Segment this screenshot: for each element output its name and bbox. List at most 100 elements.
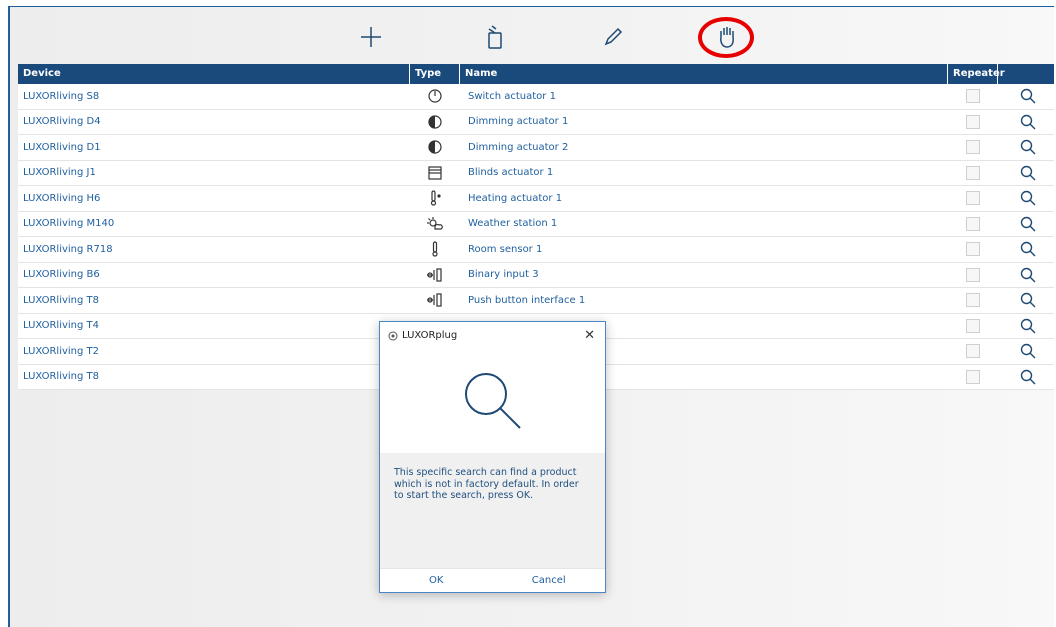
- device-cell: LUXORliving H6: [23, 192, 101, 204]
- repeater-cell: [948, 314, 998, 339]
- cancel-button[interactable]: Cancel: [493, 575, 606, 586]
- binary-input-icon: [410, 263, 460, 288]
- name-cell: Room sensor 1: [468, 243, 543, 255]
- repeater-cell: [948, 135, 998, 160]
- search-device-button[interactable]: [998, 84, 1054, 109]
- repeater-checkbox[interactable]: [966, 369, 980, 384]
- search-device-button[interactable]: [998, 237, 1054, 262]
- name-cell: Dimming actuator 1: [468, 116, 569, 128]
- repeater-checkbox[interactable]: [966, 114, 980, 129]
- dialog-buttons: OK Cancel: [380, 568, 605, 592]
- search-icon: [1020, 267, 1036, 283]
- repeater-checkbox[interactable]: [966, 216, 980, 231]
- edit-device-button[interactable]: [593, 17, 633, 57]
- repeater-checkbox[interactable]: [966, 344, 980, 359]
- search-device-button[interactable]: [998, 314, 1054, 339]
- repeater-cell: [948, 161, 998, 186]
- table-row[interactable]: LUXORliving D1 Dimming actuator 2: [18, 135, 1054, 161]
- name-cell: Switch actuator 1: [468, 90, 556, 102]
- search-device-button[interactable]: [998, 110, 1054, 135]
- add-device-button[interactable]: [351, 17, 391, 57]
- repeater-checkbox[interactable]: [966, 267, 980, 282]
- name-cell: Heating actuator 1: [468, 192, 563, 204]
- search-icon: [1020, 89, 1036, 104]
- device-cell: LUXORliving D1: [23, 141, 101, 153]
- dialog-illustration: [380, 349, 605, 453]
- search-icon: [1020, 165, 1036, 181]
- search-icon: [1020, 344, 1036, 359]
- header-device[interactable]: Device: [18, 64, 410, 84]
- plus-icon: [361, 27, 381, 47]
- search-device-button[interactable]: [998, 288, 1054, 313]
- search-device-button[interactable]: [998, 212, 1054, 237]
- blinds-icon: [410, 161, 460, 186]
- search-device-button[interactable]: [998, 135, 1054, 160]
- search-icon: [1020, 318, 1036, 334]
- weather-icon: [410, 212, 460, 237]
- dimmer-icon: [410, 110, 460, 135]
- search-device-button[interactable]: [998, 186, 1054, 211]
- dialog-message: This specific search can find a product …: [380, 453, 605, 568]
- search-icon: [1020, 216, 1036, 232]
- dialog-titlebar: LUXORplug ✕: [380, 322, 605, 349]
- luxorplug-app-icon: [388, 331, 398, 341]
- repeater-checkbox[interactable]: [966, 89, 980, 104]
- name-cell: Weather station 1: [468, 218, 558, 230]
- search-icon: [1020, 191, 1036, 206]
- device-cell: LUXORliving M140: [23, 218, 115, 230]
- dialog-title: LUXORplug: [402, 330, 458, 341]
- repeater-cell: [948, 84, 998, 109]
- dimmer-icon: [410, 135, 460, 160]
- repeater-cell: [948, 186, 998, 211]
- repeater-checkbox[interactable]: [966, 191, 980, 206]
- table-row[interactable]: LUXORliving D4 Dimming actuator 1: [18, 109, 1054, 135]
- repeater-cell: [948, 212, 998, 237]
- search-icon: [1020, 369, 1036, 385]
- header-repeater[interactable]: Repeater: [948, 64, 1005, 84]
- table-row[interactable]: LUXORliving M140 Weather station 1: [18, 211, 1054, 237]
- header-name[interactable]: Name: [460, 64, 948, 84]
- repeater-checkbox[interactable]: [966, 165, 980, 180]
- device-cell: LUXORliving D4: [23, 116, 101, 128]
- delete-device-button[interactable]: [475, 17, 515, 57]
- table-row[interactable]: LUXORliving R718 Room sensor 1: [18, 237, 1054, 263]
- app-window: Device Type Name Repeater LUXORliving S8…: [8, 6, 1054, 627]
- device-cell: LUXORliving T8: [23, 371, 100, 383]
- repeater-checkbox[interactable]: [966, 293, 980, 308]
- header-type[interactable]: Type: [410, 64, 460, 84]
- repeater-cell: [948, 263, 998, 288]
- device-cell: LUXORliving R718: [23, 243, 113, 255]
- name-cell: Push button interface 1: [468, 294, 586, 306]
- device-cell: LUXORliving T2: [23, 345, 100, 357]
- search-device-button[interactable]: [998, 263, 1054, 288]
- repeater-cell: [948, 339, 998, 364]
- table-row[interactable]: LUXORliving J1 Blinds actuator 1: [18, 160, 1054, 186]
- repeater-checkbox[interactable]: [966, 318, 980, 333]
- search-icon: [1020, 242, 1036, 257]
- repeater-cell: [948, 365, 998, 390]
- ok-button[interactable]: OK: [380, 575, 493, 586]
- name-cell: Dimming actuator 2: [468, 141, 569, 153]
- repeater-cell: [948, 237, 998, 262]
- table-row[interactable]: LUXORliving T8 Push button interface 1: [18, 288, 1054, 314]
- table-row[interactable]: LUXORliving B6 Binary input 3: [18, 262, 1054, 288]
- search-device-button[interactable]: [998, 339, 1054, 364]
- binary-input-icon: [410, 288, 460, 313]
- search-icon: [1020, 293, 1036, 308]
- name-cell: Blinds actuator 1: [468, 167, 554, 179]
- repeater-checkbox[interactable]: [966, 242, 980, 257]
- close-icon[interactable]: ✕: [584, 328, 595, 343]
- device-cell: LUXORliving J1: [23, 167, 96, 179]
- table-row[interactable]: LUXORliving S8 Switch actuator 1: [18, 84, 1054, 110]
- highlight-circle: [698, 17, 754, 58]
- search-icon: [1020, 140, 1036, 155]
- search-icon: [464, 373, 521, 429]
- repeater-checkbox[interactable]: [966, 140, 980, 155]
- table-row[interactable]: LUXORliving H6 Heating actuator 1: [18, 186, 1054, 212]
- name-cell: Binary input 3: [468, 269, 539, 281]
- trash-icon: [488, 25, 502, 49]
- search-icon: [1020, 114, 1036, 130]
- search-device-button[interactable]: [998, 161, 1054, 186]
- search-device-button[interactable]: [998, 365, 1054, 390]
- device-cell: LUXORliving T4: [23, 320, 100, 332]
